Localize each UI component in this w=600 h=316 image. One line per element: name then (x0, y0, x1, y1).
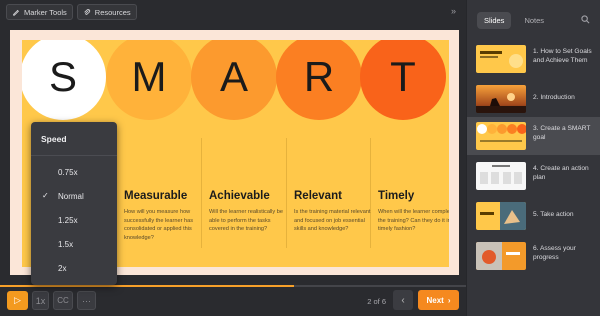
play-icon: ▷ (14, 295, 21, 305)
sidebar-slide-item[interactable]: 4. Create an action plan (467, 157, 600, 195)
next-button[interactable]: Next › (418, 290, 459, 310)
smart-letter-circle: S (22, 40, 106, 120)
speed-option-selected[interactable]: ✓ Normal (31, 188, 117, 204)
column-text: How will you measure how successfully th… (124, 209, 194, 241)
chevron-left-icon: ‹ (401, 294, 405, 306)
checkmark-icon: ✓ (42, 191, 49, 200)
smart-letter: R (303, 53, 335, 100)
smart-column-measurable: Measurable How will you measure how succ… (124, 190, 206, 242)
sidebar-slide-item[interactable]: 6. Assess your progress (467, 237, 600, 275)
smart-letter-circle: A (191, 40, 277, 120)
sidebar-slide-item[interactable]: 1. How to Set Goals and Achieve Them (467, 40, 600, 78)
top-toolbar: Marker Tools Resources » (0, 0, 466, 24)
smart-letter-circle: T (360, 40, 446, 120)
player-window: Marker Tools Resources » S M A R T Measu… (0, 0, 600, 316)
smart-letter: A (219, 53, 248, 100)
speed-menu-title: Speed (31, 122, 117, 156)
thumbnail-image (477, 124, 526, 142)
speed-option[interactable]: 1.25x (31, 212, 117, 228)
search-icon[interactable] (581, 15, 590, 24)
thumbnail-image (480, 165, 522, 184)
column-title: Relevant (294, 190, 342, 202)
slide-item-label: 2. Introduction (533, 94, 575, 101)
prev-button[interactable]: ‹ (393, 290, 413, 310)
smart-letter: S (48, 53, 77, 100)
sidebar-tabs: Slides Notes (477, 12, 551, 29)
slide-item-label: 5. Take action (533, 211, 574, 218)
speed-option[interactable]: 1.5x (31, 236, 117, 252)
column-title: Measurable (124, 190, 188, 202)
column-text: When will the learner complete the train… (378, 209, 449, 232)
thumbnail-image (480, 51, 523, 68)
marker-tools-label: Marker Tools (24, 7, 67, 17)
smart-column-achievable: Achievable Will the learner realisticall… (209, 190, 291, 234)
slide-thumbnail (476, 242, 526, 270)
tab-notes[interactable]: Notes (517, 12, 551, 29)
sidebar: Slides Notes 1. How to Set Goals and Ach… (466, 0, 600, 316)
chevron-right-icon: › (447, 295, 451, 305)
column-title: Achievable (209, 190, 270, 202)
playback-speed-button[interactable]: 1x (32, 291, 49, 310)
more-options-button[interactable]: ··· (77, 291, 96, 310)
column-title: Timely (378, 190, 415, 202)
column-text: Is the training material relevant and fo… (294, 209, 371, 232)
tab-slides[interactable]: Slides (477, 12, 512, 29)
smart-letter: M (131, 53, 167, 100)
slide-player: Marker Tools Resources » S M A R T Measu… (0, 0, 466, 316)
slide-item-label: 3. Create a SMART goal (533, 125, 591, 141)
sidebar-slide-item-active[interactable]: 3. Create a SMART goal (467, 117, 600, 155)
thumbnail-image (480, 202, 526, 230)
smart-column-timely: Timely When will the learner complete th… (378, 190, 449, 234)
paperclip-icon (84, 9, 90, 15)
thumbnail-image (476, 242, 520, 270)
speed-option[interactable]: 0.75x (31, 164, 117, 180)
slide-thumbnail (476, 45, 526, 73)
page-indicator: 2 of 6 (367, 297, 386, 306)
marker-tools-button[interactable]: Marker Tools (6, 4, 73, 20)
slide-thumbnail (476, 85, 526, 113)
closed-captions-button[interactable]: CC (53, 291, 73, 310)
collapse-sidebar-icon[interactable]: » (451, 6, 456, 16)
control-bar: ▷ 1x CC ··· 2 of 6 ‹ Next › (0, 287, 466, 316)
slide-item-label: 4. Create an action plan (533, 165, 589, 181)
sidebar-slide-item[interactable]: 5. Take action (467, 197, 600, 235)
thumbnail-image (476, 93, 526, 113)
slide-thumbnail (476, 202, 526, 230)
slide-thumbnail (476, 122, 526, 150)
smart-letter-circle: R (276, 40, 362, 120)
smart-column-relevant: Relevant Is the training material releva… (294, 190, 376, 234)
play-button[interactable]: ▷ (7, 291, 28, 310)
smart-letter: T (390, 53, 416, 100)
resources-button[interactable]: Resources (76, 4, 137, 20)
speed-option-label: Normal (58, 191, 84, 201)
speed-menu: Speed 0.75x ✓ Normal 1.25x 1.5x 2x (31, 122, 117, 285)
speed-option[interactable]: 2x (31, 260, 117, 276)
slide-item-label: 6. Assess your progress (533, 245, 576, 261)
resources-label: Resources (94, 7, 131, 17)
slide-thumbnail (476, 162, 526, 190)
pen-icon (13, 9, 19, 16)
next-label: Next (426, 295, 444, 305)
smart-letter-circle: M (106, 40, 192, 120)
slide-item-label: 1. How to Set Goals and Achieve Them (533, 48, 592, 64)
sidebar-slide-item[interactable]: 2. Introduction (467, 80, 600, 118)
column-text: Will the learner realistically be able t… (209, 209, 283, 232)
